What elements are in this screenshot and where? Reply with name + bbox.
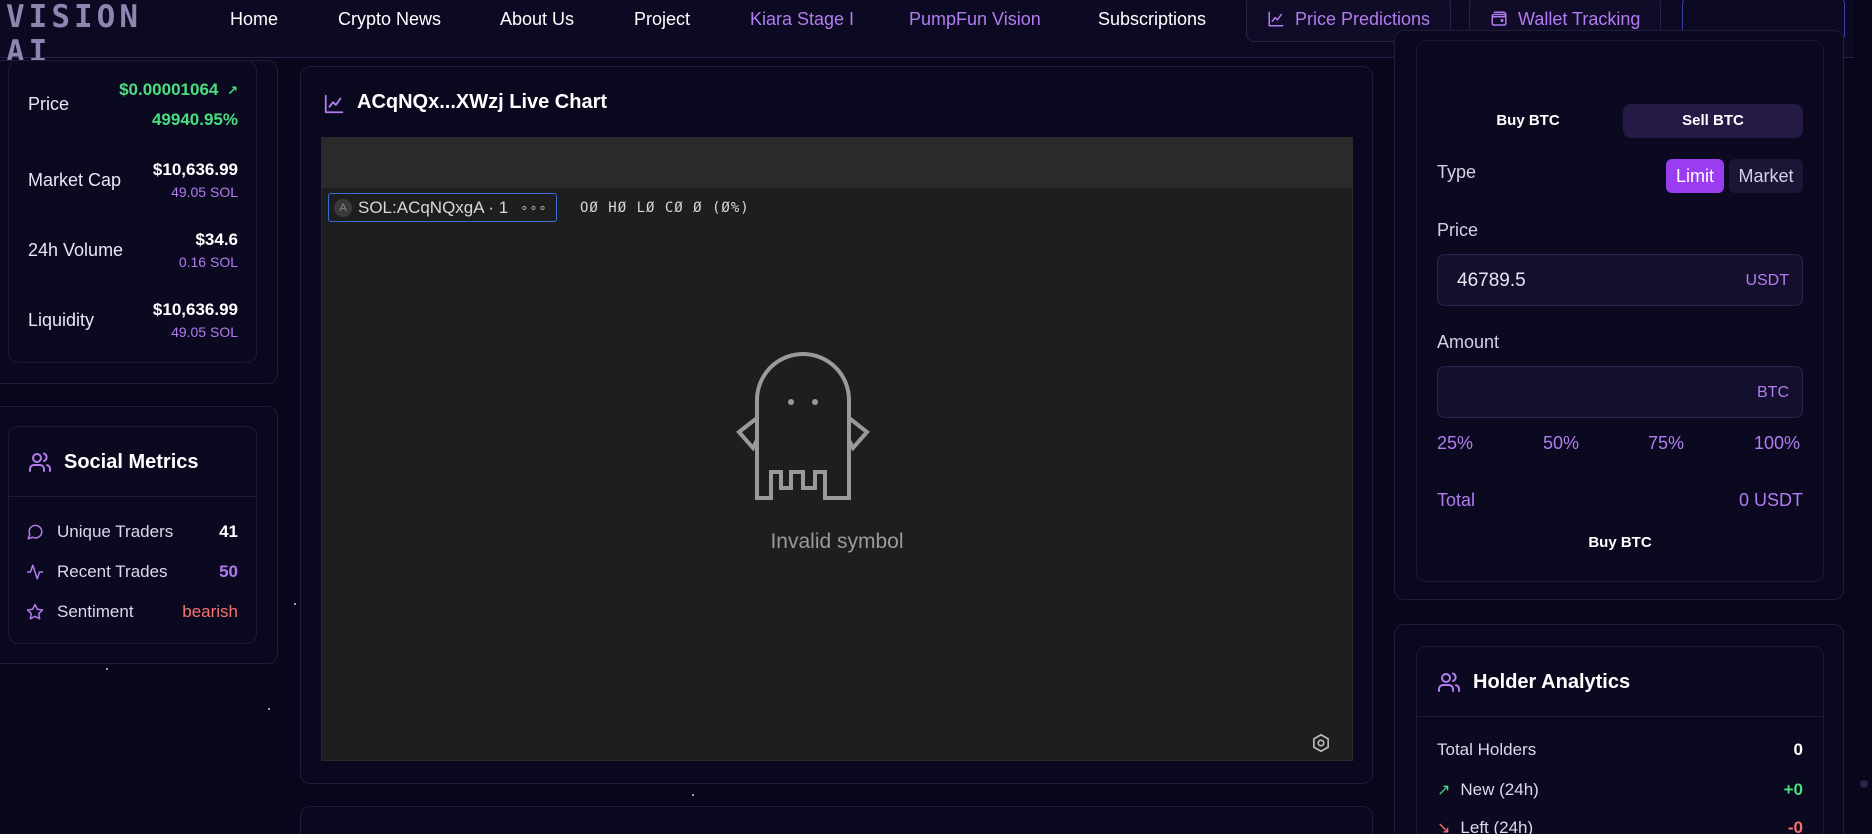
volume-label: 24h Volume [28, 240, 124, 260]
price-input-label: Price [1437, 220, 1479, 240]
tab-sell[interactable]: Sell BTC [1623, 104, 1803, 138]
trading-chart-frame[interactable]: A SOL:ACqNQxgA · 1 ∘∘∘ OØ HØ LØ CØ Ø (Ø%… [321, 137, 1353, 761]
social-metrics-title: Social Metrics [64, 450, 199, 473]
liquidity-label: Liquidity [28, 310, 95, 330]
metric-recent-trades: Recent Trades 50 [26, 560, 238, 584]
nav-link-home[interactable]: Home [230, 6, 278, 32]
holder-analytics-header: Holder Analytics [1437, 670, 1630, 694]
chart-title: ACqNQx...XWzj Live Chart [357, 91, 608, 113]
star-decoration [268, 708, 270, 710]
stat-24h-volume: 24h Volume $34.6 0.16 SOL [28, 230, 238, 274]
price-predictions-label: Price Predictions [1295, 8, 1431, 29]
market-cap-sol: 49.05 SOL [171, 184, 238, 200]
nav-link-pumpfun-vision[interactable]: PumpFun Vision [909, 6, 1041, 32]
buy-button[interactable]: Buy BTC [1437, 530, 1803, 556]
recent-trades-label: Recent Trades [57, 562, 168, 581]
nav-link-about-us[interactable]: About Us [500, 6, 574, 32]
price-input[interactable]: 46789.5 USDT [1437, 254, 1803, 306]
unique-traders-label: Unique Traders [57, 522, 174, 541]
price-input-value: 46789.5 [1457, 270, 1526, 291]
activity-icon [26, 564, 44, 580]
invalid-symbol-message: Invalid symbol [770, 530, 904, 553]
new-holders-label: New (24h) [1460, 780, 1539, 799]
symbol-badge: A [334, 198, 352, 217]
amount-input-unit: BTC [1757, 384, 1789, 401]
market-cap-value: $10,636.99 [152, 160, 238, 179]
chart-title-icon-wrap [323, 93, 345, 120]
line-chart-icon [324, 94, 344, 114]
nav-link-crypto-news[interactable]: Crypto News [338, 6, 441, 32]
wallet-icon [1491, 11, 1507, 26]
total-value: 0 USDT [1738, 490, 1803, 510]
logo-line-1: VISION [6, 0, 142, 35]
metric-unique-traders: Unique Traders 41 [26, 520, 238, 544]
price-input-unit: USDT [1745, 272, 1789, 289]
line-chart-icon [1268, 11, 1284, 27]
ghost-icon [736, 352, 870, 500]
price-label: Price [28, 94, 70, 114]
total-holders-value: 0 [1793, 740, 1803, 759]
sentiment-label: Sentiment [57, 602, 134, 621]
star-decoration [106, 668, 108, 670]
social-metrics-header: Social Metrics [28, 450, 199, 474]
message-circle-icon [27, 524, 43, 540]
arrow-up-right-icon: ↗ [227, 83, 238, 98]
left-holders-value: -0 [1787, 818, 1803, 834]
users-icon [1438, 672, 1461, 692]
order-type-limit[interactable]: Limit [1666, 159, 1724, 193]
nav-link-project[interactable]: Project [634, 6, 690, 32]
tab-buy[interactable]: Buy BTC [1438, 104, 1618, 138]
price-value-text: $0.00001064 [119, 80, 219, 99]
volume-sol: 0.16 SOL [178, 254, 238, 270]
percent-75-button[interactable]: 75% [1648, 433, 1684, 454]
liquidity-value: $10,636.99 [152, 300, 238, 319]
star-icon [26, 603, 44, 620]
next-section-card [300, 806, 1373, 834]
order-type-market[interactable]: Market [1729, 159, 1803, 193]
metric-sentiment: Sentiment bearish [26, 600, 238, 624]
ohlc-readout: OØ HØ LØ CØ Ø (Ø%) [580, 200, 750, 216]
new-holders-row: ↗ New (24h) [1437, 780, 1539, 800]
new-holders-value: +0 [1783, 780, 1803, 799]
recent-trades-value: 50 [219, 562, 238, 581]
more-options-icon[interactable]: ∘∘∘ [520, 200, 547, 216]
arrow-up-right-icon: ↗ [1437, 782, 1451, 799]
page-scrollbar[interactable] [1854, 0, 1872, 834]
type-label: Type [1437, 162, 1477, 182]
nav-link-subscriptions[interactable]: Subscriptions [1098, 6, 1206, 32]
market-cap-label: Market Cap [28, 170, 122, 190]
star-decoration [294, 603, 296, 605]
total-holders-label: Total Holders [1437, 740, 1537, 759]
unique-traders-value: 41 [219, 522, 238, 541]
total-label: Total [1437, 490, 1476, 510]
symbol-selector[interactable]: A SOL:ACqNQxgA · 1 ∘∘∘ [328, 193, 557, 222]
percent-25-button[interactable]: 25% [1437, 433, 1473, 454]
users-icon [29, 452, 52, 472]
percent-50-button[interactable]: 50% [1543, 433, 1579, 454]
amount-input[interactable]: BTC [1437, 366, 1803, 418]
holder-analytics-title: Holder Analytics [1473, 670, 1631, 693]
symbol-text: SOL:ACqNQxgA · 1 [358, 197, 509, 217]
stat-price: Price $0.00001064 ↗ 49940.95% [28, 80, 238, 130]
arrow-down-right-icon: ↘ [1437, 820, 1451, 834]
left-holders-label: Left (24h) [1460, 818, 1534, 834]
settings-hexagon-icon[interactable] [1310, 732, 1332, 754]
liquidity-sol: 49.05 SOL [171, 324, 238, 340]
left-holders-row: ↘ Left (24h) [1437, 818, 1533, 834]
divider [8, 496, 257, 497]
amount-input-label: Amount [1437, 332, 1500, 352]
scrollbar-thumb[interactable] [1860, 780, 1868, 788]
stat-liquidity: Liquidity $10,636.99 49.05 SOL [28, 300, 238, 344]
percent-100-button[interactable]: 100% [1754, 433, 1800, 454]
volume-value: $34.6 [195, 230, 238, 249]
price-change: 49940.95% [151, 110, 238, 129]
stat-market-cap: Market Cap $10,636.99 49.05 SOL [28, 160, 238, 204]
wallet-tracking-label: Wallet Tracking [1518, 8, 1641, 29]
nav-link-kiara-stage[interactable]: Kiara Stage I [750, 6, 854, 32]
sentiment-value: bearish [182, 602, 238, 621]
star-decoration [692, 794, 694, 796]
divider [1416, 716, 1824, 717]
price-value: $0.00001064 ↗ [119, 80, 238, 100]
chart-toolbar[interactable] [322, 138, 1352, 188]
